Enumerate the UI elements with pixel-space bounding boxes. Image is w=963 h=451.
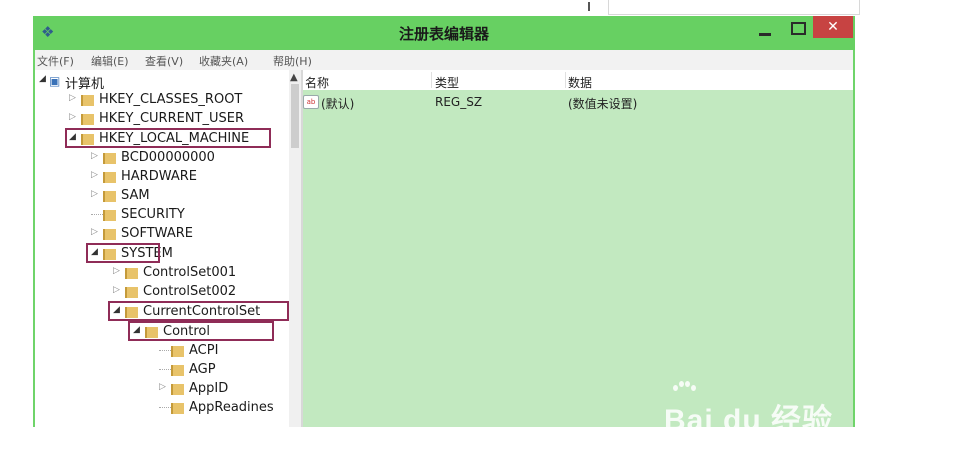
tree-node-software[interactable]: ▷ SOFTWARE bbox=[91, 225, 281, 243]
client-area: ◢ ▣ 计算机 ▷ HKEY_CLASSES_ROOT ▷ HKEY_CURRE… bbox=[35, 70, 853, 451]
tree-node-hkcu[interactable]: ▷ HKEY_CURRENT_USER bbox=[69, 110, 289, 128]
tree-node-controlset002[interactable]: ▷ ControlSet002 bbox=[113, 283, 289, 301]
window-title: 注册表编辑器 bbox=[398, 25, 489, 43]
tree-node-label: BCD00000000 bbox=[121, 150, 215, 165]
value-data: (数值未设置) bbox=[568, 97, 638, 111]
tree-node-bcd[interactable]: ▷ BCD00000000 bbox=[91, 149, 281, 167]
menu-file[interactable]: 文件(F) bbox=[37, 53, 74, 69]
collapsed-arrow-icon[interactable]: ▷ bbox=[113, 285, 120, 295]
tree-node-acpi[interactable]: ACPI bbox=[159, 342, 289, 360]
folder-icon bbox=[103, 191, 116, 202]
menu-bar: 文件(F) 编辑(E) 查看(V) 收藏夹(A) 帮助(H) bbox=[35, 50, 853, 70]
folder-icon bbox=[171, 365, 184, 376]
folder-icon bbox=[125, 287, 138, 298]
tree-node-label: HKEY_CURRENT_USER bbox=[99, 111, 245, 126]
tree-node-appreadiness[interactable]: AppReadines bbox=[159, 399, 289, 417]
title-bar[interactable]: ❖ 注册表编辑器 ✕ bbox=[33, 16, 855, 50]
tree-node-label: AppReadines bbox=[189, 400, 274, 415]
separator-icon bbox=[588, 2, 590, 11]
column-separator[interactable] bbox=[431, 72, 432, 88]
folder-icon bbox=[171, 384, 184, 395]
external-toolbar bbox=[608, 0, 860, 39]
tree-node-controlset001[interactable]: ▷ ControlSet001 bbox=[113, 264, 289, 282]
maximize-icon bbox=[791, 22, 806, 35]
list-header: 名称 类型 数据 bbox=[303, 70, 853, 90]
value-name: (默认) bbox=[321, 97, 355, 111]
folder-icon bbox=[103, 210, 116, 221]
tree-connector bbox=[159, 407, 171, 408]
folder-icon bbox=[171, 346, 184, 357]
watermark-logo: Bai du 经验 bbox=[663, 404, 833, 437]
folder-icon bbox=[103, 172, 116, 183]
regedit-window: ❖ 注册表编辑器 ✕ 文件(F) 编辑(E) 查看(V) 收藏夹(A) 帮助(H… bbox=[33, 16, 855, 451]
highlight-box-control bbox=[128, 321, 274, 341]
folder-icon bbox=[171, 403, 184, 414]
highlight-box-system bbox=[86, 243, 160, 263]
menu-edit[interactable]: 编辑(E) bbox=[91, 53, 129, 69]
paw-logo-icon bbox=[673, 381, 696, 393]
tree-connector bbox=[159, 350, 171, 351]
tree-node-label: SECURITY bbox=[121, 207, 185, 222]
tree-scrollbar[interactable]: ▲ bbox=[289, 70, 301, 427]
collapsed-arrow-icon[interactable]: ▷ bbox=[159, 382, 166, 392]
value-type: REG_SZ bbox=[435, 95, 483, 109]
tree-node-computer[interactable]: ◢ ▣ 计算机 bbox=[39, 72, 259, 92]
folder-icon bbox=[103, 229, 116, 240]
tree-node-label: AppID bbox=[189, 381, 229, 396]
tree-connector bbox=[159, 369, 171, 370]
tree-node-agp[interactable]: AGP bbox=[159, 361, 289, 379]
tree-node-label: AGP bbox=[189, 362, 216, 377]
collapsed-arrow-icon[interactable]: ▷ bbox=[91, 170, 98, 180]
tree-node-label: ACPI bbox=[189, 343, 219, 358]
highlight-box-currentcontrolset bbox=[108, 301, 289, 321]
computer-icon: ▣ bbox=[49, 74, 61, 88]
tree-node-sam[interactable]: ▷ SAM bbox=[91, 187, 281, 205]
baidu-watermark: Bai du 经验 jingyan.baidu.com bbox=[663, 381, 833, 451]
minimize-button[interactable] bbox=[749, 18, 781, 40]
values-list: 名称 类型 数据 ab (默认) REG_SZ (数值未设置) Bai du 经… bbox=[303, 70, 853, 451]
tree-connector bbox=[91, 214, 103, 215]
menu-help[interactable]: 帮助(H) bbox=[273, 53, 312, 69]
folder-icon bbox=[81, 95, 94, 106]
folder-icon bbox=[103, 153, 116, 164]
collapsed-arrow-icon[interactable]: ▷ bbox=[69, 93, 76, 103]
tree-node-label: HKEY_CLASSES_ROOT bbox=[99, 92, 243, 107]
tree-node-hardware[interactable]: ▷ HARDWARE bbox=[91, 168, 281, 186]
close-button[interactable]: ✕ bbox=[813, 16, 853, 38]
tree-node-label: ControlSet002 bbox=[143, 284, 237, 299]
tree-node-security[interactable]: SECURITY bbox=[91, 206, 281, 224]
column-separator[interactable] bbox=[565, 72, 566, 88]
tree-node-label: SAM bbox=[121, 188, 150, 203]
collapsed-arrow-icon[interactable]: ▷ bbox=[91, 151, 98, 161]
menu-view[interactable]: 查看(V) bbox=[145, 53, 183, 69]
column-header-data[interactable]: 数据 bbox=[568, 74, 592, 91]
column-header-type[interactable]: 类型 bbox=[435, 74, 459, 91]
collapsed-arrow-icon[interactable]: ▷ bbox=[69, 112, 76, 122]
maximize-button[interactable] bbox=[781, 18, 813, 40]
collapsed-arrow-icon[interactable]: ▷ bbox=[91, 227, 98, 237]
collapsed-arrow-icon[interactable]: ▷ bbox=[91, 189, 98, 199]
tree-node-hkcr[interactable]: ▷ HKEY_CLASSES_ROOT bbox=[69, 91, 289, 109]
tree-node-label: HARDWARE bbox=[121, 169, 197, 184]
collapsed-arrow-icon[interactable]: ▷ bbox=[113, 266, 120, 276]
tree-node-appid[interactable]: ▷ AppID bbox=[159, 380, 289, 398]
highlight-box-hklm bbox=[65, 128, 271, 148]
folder-icon bbox=[81, 114, 94, 125]
column-header-name[interactable]: 名称 bbox=[305, 74, 329, 91]
expanded-arrow-icon[interactable]: ◢ bbox=[39, 74, 46, 84]
scroll-up-icon[interactable]: ▲ bbox=[290, 72, 298, 83]
tree-node-label: 计算机 bbox=[65, 77, 105, 92]
tree-node-label: ControlSet001 bbox=[143, 265, 237, 280]
minimize-icon bbox=[759, 33, 771, 36]
menu-favorites[interactable]: 收藏夹(A) bbox=[199, 53, 248, 69]
string-value-icon: ab bbox=[303, 95, 319, 109]
registry-tree: ◢ ▣ 计算机 ▷ HKEY_CLASSES_ROOT ▷ HKEY_CURRE… bbox=[35, 70, 289, 427]
scrollbar-thumb[interactable] bbox=[291, 84, 299, 148]
top-strip bbox=[0, 0, 963, 39]
tree-node-label: SOFTWARE bbox=[121, 226, 193, 241]
folder-icon bbox=[125, 268, 138, 279]
